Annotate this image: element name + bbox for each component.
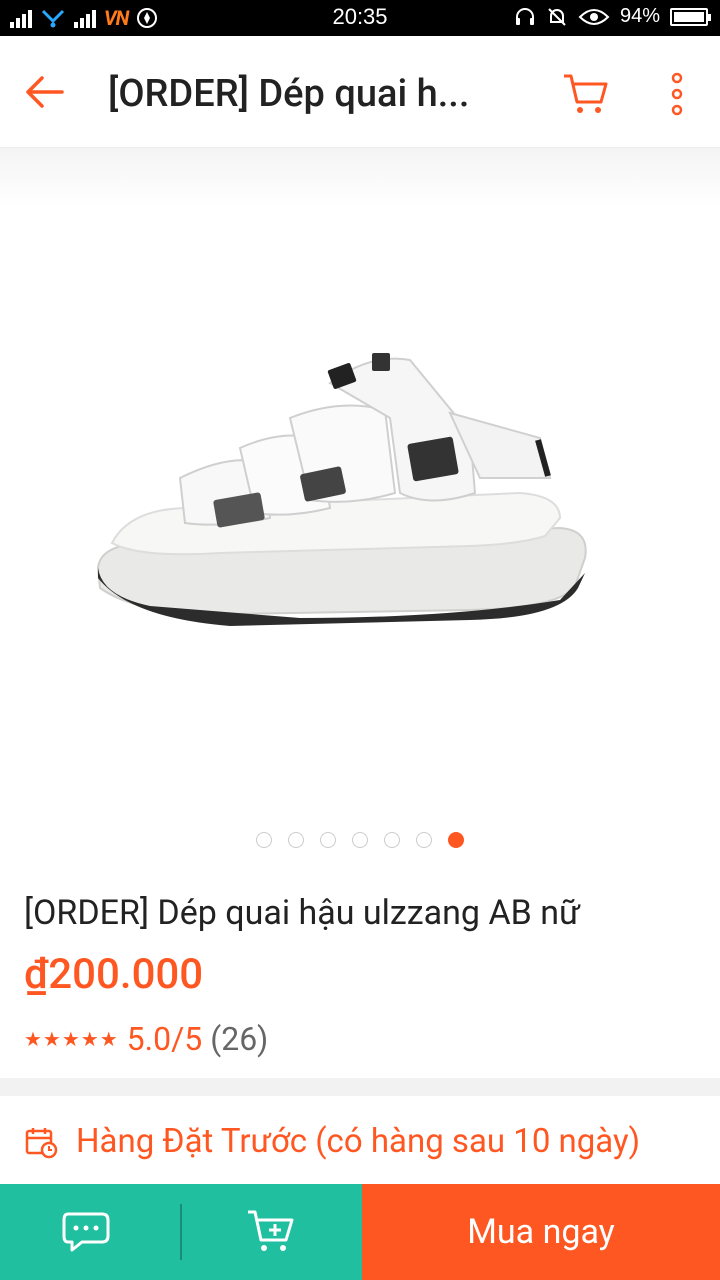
eye-icon — [578, 8, 610, 25]
rating-stars-icon: ★★★★★ — [24, 1027, 119, 1051]
status-right: 94% — [514, 5, 711, 28]
bottom-action-bar: Mua ngay — [0, 1184, 720, 1280]
product-price: ₫200.000 — [24, 950, 204, 999]
rating-count: (26) — [210, 1020, 269, 1058]
product-rating[interactable]: ★★★★★ 5.0/5 (26) — [24, 1020, 268, 1058]
bottom-left-actions — [0, 1184, 362, 1280]
battery-icon — [670, 7, 711, 26]
back-arrow-icon[interactable] — [22, 70, 66, 114]
headset-icon — [515, 7, 534, 25]
add-to-cart-icon[interactable] — [246, 1206, 296, 1256]
chat-icon[interactable] — [62, 1210, 116, 1254]
rating-score: 5.0/5 — [126, 1020, 203, 1058]
battery-percent: 94% — [619, 5, 660, 27]
cart-icon[interactable] — [560, 68, 610, 118]
product-image-gallery[interactable] — [0, 148, 720, 868]
preorder-text: Hàng Đặt Trước (có hàng sau 10 ngày) — [76, 1122, 641, 1161]
carousel-dot[interactable] — [256, 832, 272, 848]
carousel-dot[interactable] — [320, 832, 336, 848]
carousel-dot[interactable] — [416, 832, 432, 848]
preorder-info: Hàng Đặt Trước (có hàng sau 10 ngày) — [24, 1122, 640, 1161]
section-divider — [0, 1078, 720, 1096]
product-title: [ORDER] Dép quai hậu ulzzang AB nữ — [24, 893, 581, 933]
mute-bell-icon — [548, 7, 566, 26]
app-bar: [ORDER] Dép quai h... — [0, 36, 720, 148]
carousel-dot[interactable] — [288, 832, 304, 848]
buy-now-button[interactable]: Mua ngay — [362, 1184, 720, 1280]
calendar-clock-icon — [25, 1127, 58, 1158]
status-bar: VN 20:35 94% — [0, 0, 720, 36]
carousel-indicator — [0, 832, 720, 848]
carousel-dot-active[interactable] — [448, 832, 464, 848]
page-title: [ORDER] Dép quai h... — [108, 72, 470, 116]
bottom-divider — [180, 1204, 182, 1260]
more-options-icon[interactable] — [662, 72, 692, 116]
carousel-dot[interactable] — [352, 832, 368, 848]
product-image[interactable] — [0, 148, 720, 868]
carousel-dot[interactable] — [384, 832, 400, 848]
